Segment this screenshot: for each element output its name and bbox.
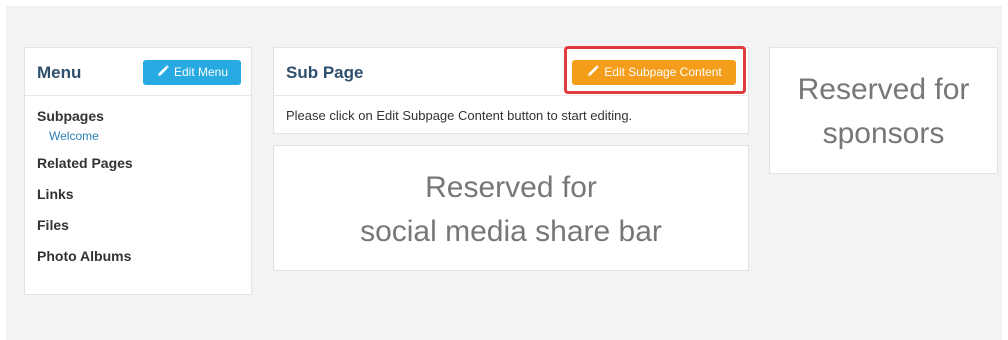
sponsors-placeholder: Reserved for sponsors <box>769 47 998 174</box>
share-placeholder-text: Reserved for social media share bar <box>274 166 748 254</box>
share-placeholder-line-2: social media share bar <box>360 215 662 248</box>
menu-heading-subpages[interactable]: Subpages <box>37 108 239 124</box>
share-bar-placeholder: Reserved for social media share bar <box>273 145 749 271</box>
menu-heading-photo-albums[interactable]: Photo Albums <box>37 248 239 264</box>
share-placeholder-line-1: Reserved for <box>425 171 597 204</box>
pencil-icon <box>586 62 600 76</box>
subpage-panel: Sub Page Edit Subpage Content Please cli… <box>273 46 749 134</box>
menu-heading-links[interactable]: Links <box>37 186 239 202</box>
subpage-title: Sub Page <box>286 63 364 82</box>
edit-subpage-content-label: Edit Subpage Content <box>604 65 722 79</box>
sponsor-placeholder-line-1: Reserved for <box>797 73 970 106</box>
menu-list: Subpages Welcome Related Pages Links Fil… <box>37 108 239 264</box>
edit-menu-button[interactable]: Edit Menu <box>143 60 241 85</box>
subpage-message: Please click on Edit Subpage Content but… <box>286 108 633 123</box>
subpage-header: Sub Page Edit Subpage Content <box>274 46 748 96</box>
edit-subpage-content-button[interactable]: Edit Subpage Content <box>572 60 736 85</box>
menu-heading-related-pages[interactable]: Related Pages <box>37 155 239 171</box>
menu-header: Menu Edit Menu <box>25 48 251 96</box>
menu-link-welcome[interactable]: Welcome <box>49 129 239 143</box>
edit-menu-label: Edit Menu <box>173 65 229 79</box>
sponsor-placeholder-text: Reserved for sponsors <box>770 68 997 156</box>
pencil-icon <box>156 62 170 76</box>
menu-panel: Menu Edit Menu Subpages Welcome Related … <box>24 47 252 295</box>
sponsor-placeholder-line-2: sponsors <box>822 117 945 150</box>
menu-title: Menu <box>37 63 82 82</box>
menu-heading-files[interactable]: Files <box>37 217 239 233</box>
